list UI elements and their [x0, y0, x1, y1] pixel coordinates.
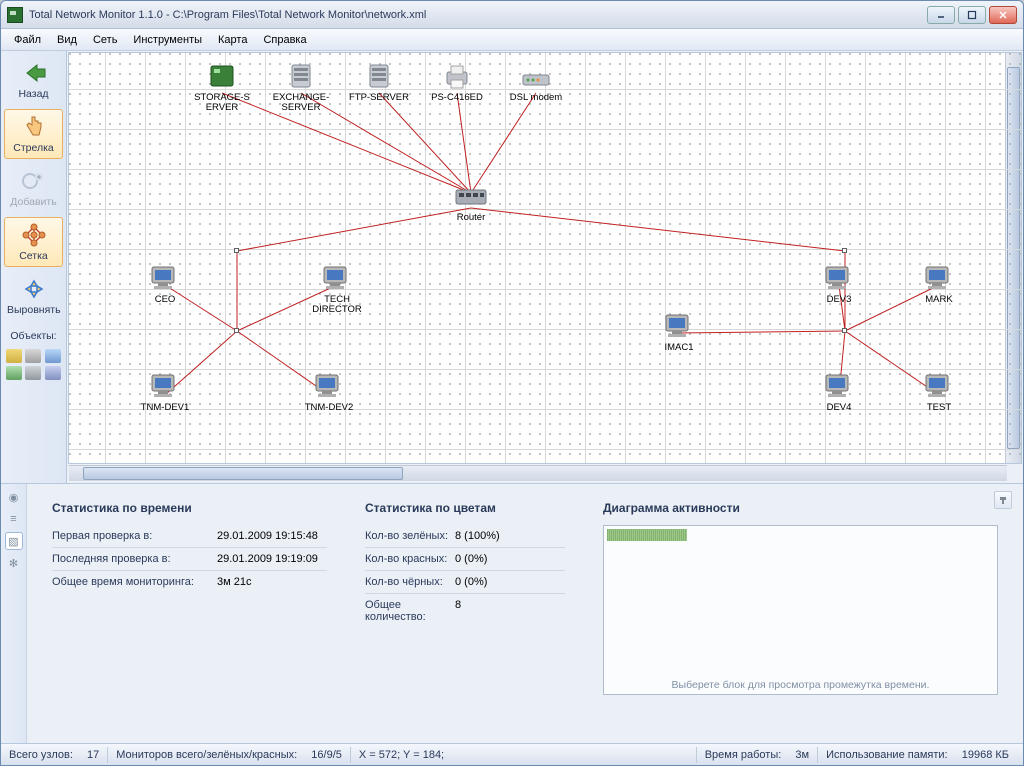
node-ceo[interactable]: CEO: [129, 263, 201, 305]
node-dsl-modem[interactable]: DSL modem: [500, 61, 572, 103]
pc-icon: [319, 263, 355, 293]
printer-icon: [439, 61, 475, 91]
object-monitor-icon[interactable]: [25, 366, 41, 380]
pc-icon: [821, 263, 857, 293]
left-toolbar: Назад Стрелка Добавить Сетка Выровнять О…: [1, 51, 67, 483]
pin-button[interactable]: [994, 491, 1012, 509]
maximize-button[interactable]: [958, 6, 986, 24]
menu-network[interactable]: Сеть: [86, 32, 124, 48]
node-tech-director[interactable]: TECH DIRECTOR: [301, 263, 373, 316]
node-printer[interactable]: PS-C416ED: [421, 61, 493, 103]
object-server-icon[interactable]: [25, 349, 41, 363]
junction-dot: [842, 248, 847, 253]
title-bar[interactable]: Total Network Monitor 1.1.0 - C:\Program…: [1, 1, 1023, 29]
menu-tools[interactable]: Инструменты: [126, 32, 209, 48]
close-button[interactable]: [989, 6, 1017, 24]
time-stats-panel: Статистика по времени Первая проверка в:…: [37, 492, 342, 735]
object-device-icon[interactable]: [6, 366, 22, 380]
pc-icon: [821, 371, 857, 401]
object-palette: [4, 347, 63, 382]
router-icon: [453, 181, 489, 211]
bottom-panels: ◉ ≡ ▧ ✻ Статистика по времени Первая про…: [1, 483, 1023, 743]
node-storage-server[interactable]: STORAGE-S ERVER: [186, 61, 258, 114]
horizontal-scrollbar[interactable]: [69, 465, 1007, 481]
activity-hint: Выберете блок для просмотра промежутка в…: [604, 679, 997, 691]
activity-chart[interactable]: Выберете блок для просмотра промежутка в…: [603, 525, 998, 695]
node-router[interactable]: Router: [435, 181, 507, 223]
menu-file[interactable]: Файл: [7, 32, 48, 48]
grid-tool-button[interactable]: Сетка: [4, 217, 63, 267]
menu-map[interactable]: Карта: [211, 32, 254, 48]
panel-tab-gear-icon[interactable]: ✻: [5, 554, 23, 572]
node-exchange-server[interactable]: EXCHANGE- SERVER: [265, 61, 337, 114]
node-test[interactable]: TEST: [903, 371, 975, 413]
menu-help[interactable]: Справка: [256, 32, 313, 48]
object-pc-icon[interactable]: [45, 349, 61, 363]
panel-tab-chart-icon[interactable]: ▧: [5, 532, 23, 550]
arrow-tool-button[interactable]: Стрелка: [4, 109, 63, 159]
node-ftp-server[interactable]: FTP-SERVER: [343, 61, 415, 103]
junction-dot: [234, 248, 239, 253]
minimize-button[interactable]: [927, 6, 955, 24]
object-laptop-icon[interactable]: [45, 366, 61, 380]
time-stats-title: Статистика по времени: [52, 501, 327, 515]
back-icon: [20, 60, 48, 86]
junction-dot: [842, 328, 847, 333]
align-icon: [20, 276, 48, 302]
back-button[interactable]: Назад: [4, 55, 63, 105]
activity-title: Диаграмма активности: [603, 501, 998, 515]
node-imac1[interactable]: IMAC1: [643, 311, 715, 353]
molecule-icon: [20, 222, 48, 248]
add-icon: [20, 168, 48, 194]
align-button[interactable]: Выровнять: [4, 271, 63, 321]
node-tnm-dev2[interactable]: TNM-DEV2: [293, 371, 365, 413]
node-mark[interactable]: MARK: [903, 263, 975, 305]
panel-tab-list-icon[interactable]: ≡: [5, 510, 23, 528]
activity-panel: Диаграмма активности Выберете блок для п…: [588, 492, 1013, 735]
panel-tab-eye-icon[interactable]: ◉: [5, 488, 23, 506]
node-dev3[interactable]: DEV3: [803, 263, 875, 305]
server-rack-icon: [283, 61, 319, 91]
panel-tab-bar: ◉ ≡ ▧ ✻: [1, 484, 27, 743]
objects-label: Объекты:: [4, 325, 63, 343]
menu-view[interactable]: Вид: [50, 32, 84, 48]
coords-readout: X = 572; Y = 184;: [359, 749, 444, 761]
activity-bar: [607, 529, 687, 541]
hand-pointer-icon: [20, 114, 48, 140]
pc-icon: [921, 371, 957, 401]
menu-bar: Файл Вид Сеть Инструменты Карта Справка: [1, 29, 1023, 51]
add-button[interactable]: Добавить: [4, 163, 63, 213]
pc-icon: [147, 263, 183, 293]
window-title: Total Network Monitor 1.1.0 - C:\Program…: [29, 9, 426, 21]
pc-icon: [311, 371, 347, 401]
object-folder-icon[interactable]: [6, 349, 22, 363]
pc-icon: [921, 263, 957, 293]
node-tnm-dev1[interactable]: TNM-DEV1: [129, 371, 201, 413]
connection-lines: [69, 53, 1021, 463]
server-rack-icon: [361, 61, 397, 91]
color-stats-panel: Статистика по цветам Кол-во зелёных:8 (1…: [350, 492, 580, 735]
pc-icon: [661, 311, 697, 341]
network-map[interactable]: STORAGE-S ERVER EXCHANGE- SERVER FTP-SER…: [68, 52, 1022, 464]
color-stats-title: Статистика по цветам: [365, 501, 565, 515]
app-window: Total Network Monitor 1.1.0 - C:\Program…: [0, 0, 1024, 766]
modem-icon: [518, 61, 554, 91]
app-icon: [7, 7, 23, 23]
node-dev4[interactable]: DEV4: [803, 371, 875, 413]
pc-icon: [147, 371, 183, 401]
status-bar: Всего узлов: 17 Мониторов всего/зелёных/…: [1, 743, 1023, 765]
server-icon: [204, 61, 240, 91]
junction-dot: [234, 328, 239, 333]
